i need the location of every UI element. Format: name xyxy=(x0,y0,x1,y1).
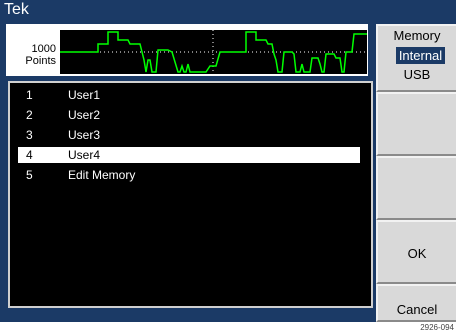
waveform-graph xyxy=(60,30,367,74)
memory-item-number: 1 xyxy=(26,88,33,102)
points-label: Points xyxy=(25,55,56,67)
softkey-blank-2[interactable] xyxy=(376,92,456,156)
memory-item-number: 3 xyxy=(26,128,33,142)
app-title: Tek xyxy=(4,1,29,18)
memory-item-label: User3 xyxy=(68,128,101,142)
memory-item-label: User2 xyxy=(68,108,101,122)
memory-list-item[interactable]: 1 User1 xyxy=(18,87,360,103)
instrument-screen: Tek 1000 Points 1 User1 2 User2 3 User3 4 User4… xyxy=(0,0,456,322)
memory-softkey[interactable]: Memory Internal USB xyxy=(376,24,456,92)
ok-softkey[interactable]: OK xyxy=(376,220,456,284)
memory-list-panel: 1 User1 2 User2 3 User3 4 User4 5 Edit Memory xyxy=(8,81,373,308)
memory-item-label: Edit Memory xyxy=(68,168,136,182)
memory-item-number: 2 xyxy=(26,108,33,122)
points-value: 1000 xyxy=(31,43,56,55)
memory-option-internal[interactable]: Internal xyxy=(396,47,445,64)
figure-number: 2926-094 xyxy=(420,323,454,332)
memory-list-item[interactable]: 4 User4 xyxy=(18,147,360,163)
memory-item-number: 5 xyxy=(26,168,33,182)
softkey-blank-3[interactable] xyxy=(376,156,456,220)
ok-softkey-label: OK xyxy=(407,246,427,261)
memory-option-usb[interactable]: USB xyxy=(378,67,456,82)
memory-softkey-title: Memory xyxy=(393,28,441,43)
memory-item-label: User1 xyxy=(68,88,101,102)
memory-item-label: User4 xyxy=(68,148,101,162)
waveform-display xyxy=(60,30,367,74)
title-bar: Tek xyxy=(0,0,372,22)
cancel-softkey-label: Cancel xyxy=(396,302,438,317)
waveform-preview-panel: 1000 Points xyxy=(6,24,368,76)
softkey-column: Memory Internal USB OK Cancel xyxy=(376,24,456,322)
memory-list-item[interactable]: 2 User2 xyxy=(18,107,360,123)
memory-list-item[interactable]: 3 User3 xyxy=(18,127,360,143)
memory-item-number: 4 xyxy=(26,148,33,162)
memory-list-item[interactable]: 5 Edit Memory xyxy=(18,167,360,183)
cancel-softkey[interactable]: Cancel xyxy=(376,284,456,322)
